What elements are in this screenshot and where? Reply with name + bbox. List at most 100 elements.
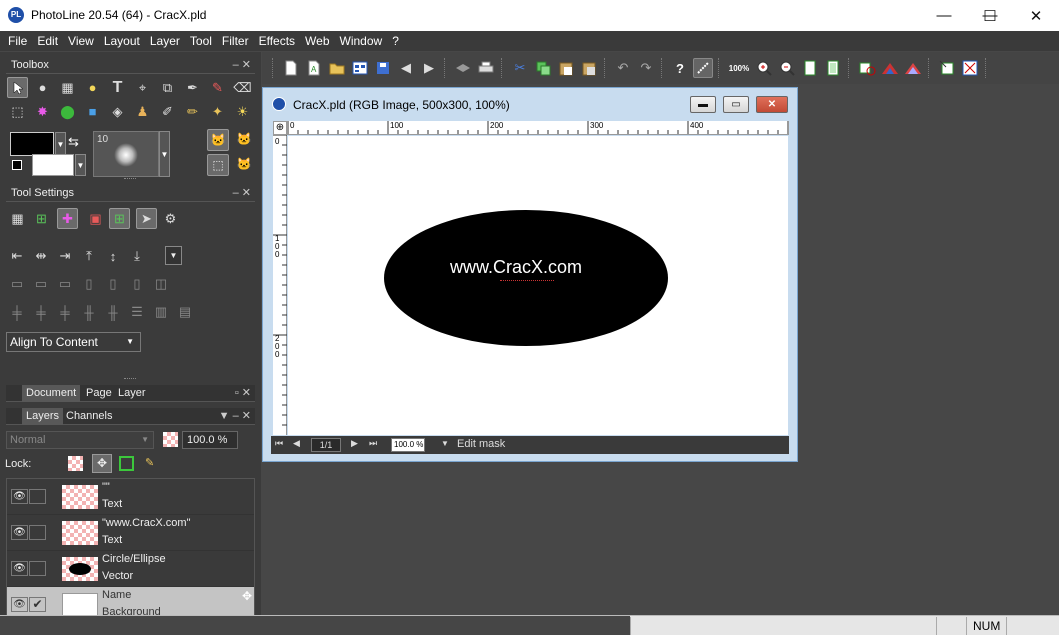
- zoom-out-icon[interactable]: [777, 58, 797, 78]
- eye-icon[interactable]: 👁: [11, 561, 28, 576]
- brush-preview[interactable]: 10: [93, 131, 159, 177]
- distribute-center-icon[interactable]: ▭: [31, 274, 51, 294]
- menu-help[interactable]: ?: [387, 31, 404, 51]
- tool-settings-collapse-button[interactable]: – ✕: [233, 185, 251, 201]
- arrow-select-icon[interactable]: ➤: [136, 208, 157, 229]
- smudge-tool-icon[interactable]: ⬤: [57, 101, 78, 122]
- zoom-input[interactable]: 100.0 %: [391, 438, 425, 452]
- rotate-icon[interactable]: [857, 58, 877, 78]
- mask-select-icon[interactable]: ⬚: [207, 154, 229, 176]
- layer-row[interactable]: 👁 Circle/Ellipse Vector: [7, 551, 254, 587]
- zoom-100-icon[interactable]: 100%: [727, 58, 751, 78]
- selection-tool-icon[interactable]: ⬚: [7, 101, 28, 122]
- help-icon[interactable]: ?: [670, 58, 690, 78]
- space-center-icon[interactable]: ╪: [31, 302, 51, 322]
- foreground-color-dropdown[interactable]: ▼: [55, 132, 66, 156]
- align-options-dropdown[interactable]: ▼: [165, 246, 182, 265]
- scan-icon[interactable]: [453, 58, 473, 78]
- toolbox-resize-grip[interactable]: [124, 178, 136, 180]
- close-button[interactable]: ✕: [1013, 0, 1059, 31]
- prev-page-icon[interactable]: ◀: [293, 438, 300, 449]
- dodge-tool-icon[interactable]: ✐: [157, 101, 178, 122]
- undo-icon[interactable]: ↶: [613, 58, 633, 78]
- space-top-icon[interactable]: ╫: [79, 302, 99, 322]
- eye-icon[interactable]: 👁: [11, 525, 28, 540]
- fit-page-icon[interactable]: [800, 58, 820, 78]
- distribute-left-icon[interactable]: ▭: [7, 274, 27, 294]
- magic-wand-tool-icon[interactable]: ✸: [32, 101, 53, 122]
- layer-row[interactable]: 👁 "" Text: [7, 479, 254, 515]
- path-tool-icon[interactable]: ⌖: [132, 77, 153, 98]
- distribute-middle-icon[interactable]: ▯: [103, 274, 123, 294]
- default-colors-icon[interactable]: [12, 160, 22, 170]
- toolbar-grip[interactable]: [272, 58, 276, 78]
- space-equal-h-icon[interactable]: ▥: [151, 302, 171, 322]
- clone-tool-icon[interactable]: ♟: [132, 101, 153, 122]
- align-right-icon[interactable]: ⇥: [55, 246, 75, 266]
- doc-tabs-controls[interactable]: ▫ ✕: [235, 386, 251, 399]
- maximize-button[interactable]: ☐: [967, 0, 1013, 31]
- layer-checkbox[interactable]: [29, 489, 46, 504]
- paste-icon[interactable]: [556, 58, 576, 78]
- menu-edit[interactable]: Edit: [32, 31, 63, 51]
- previous-icon[interactable]: ◀: [396, 58, 416, 78]
- lock-transparency-icon[interactable]: [68, 456, 83, 471]
- eraser-tool-icon[interactable]: ⌫: [232, 77, 253, 98]
- brush-dropdown[interactable]: ▼: [159, 131, 170, 177]
- stamp-tool-icon[interactable]: ▦: [57, 77, 78, 98]
- foreground-color-swatch[interactable]: [10, 132, 54, 156]
- text-tool-icon[interactable]: T: [107, 77, 128, 98]
- draw-line-icon[interactable]: [693, 58, 713, 78]
- distribute-bottom-icon[interactable]: ▯: [127, 274, 147, 294]
- lock-position-icon[interactable]: ✥: [92, 454, 112, 473]
- layer-checkbox[interactable]: [29, 525, 46, 540]
- film-strip-icon[interactable]: ▣: [85, 208, 106, 229]
- document-title-bar[interactable]: CracX.pld (RGB Image, 500x300, 100%) ▬ ▭…: [263, 88, 797, 118]
- doc-minimize-button[interactable]: ▬: [690, 96, 716, 113]
- paste-into-icon[interactable]: [579, 58, 599, 78]
- copy-icon[interactable]: [533, 58, 553, 78]
- zoom-dropdown-icon[interactable]: ▼: [441, 439, 449, 448]
- space-middle-icon[interactable]: ╫: [103, 302, 123, 322]
- lock-paint-icon[interactable]: ✎: [145, 456, 154, 469]
- eyedropper-tool-icon[interactable]: ✒: [182, 77, 203, 98]
- new-document-icon[interactable]: [281, 58, 301, 78]
- background-color-dropdown[interactable]: ▼: [75, 154, 86, 176]
- open-folder-icon[interactable]: [327, 58, 347, 78]
- align-bottom-icon[interactable]: ⤓: [127, 246, 147, 266]
- menu-view[interactable]: View: [63, 31, 99, 51]
- minimize-button-glyph[interactable]: —: [921, 0, 967, 31]
- brush-tool-icon[interactable]: ✎: [207, 77, 228, 98]
- cut-icon[interactable]: ✂: [510, 58, 530, 78]
- cat-mask-icon[interactable]: 🐱: [207, 129, 229, 151]
- menu-tool[interactable]: Tool: [185, 31, 217, 51]
- fill-tool-icon[interactable]: ◈: [107, 101, 128, 122]
- browser-icon[interactable]: [350, 58, 370, 78]
- ellipse-shape[interactable]: [384, 210, 668, 346]
- last-page-icon[interactable]: ⏭: [369, 438, 377, 449]
- doc-restore-button[interactable]: ▭: [723, 96, 749, 113]
- mask-layer-icon[interactable]: 🐱: [233, 154, 255, 176]
- distribute-top-icon[interactable]: ▯: [79, 274, 99, 294]
- tab-channels[interactable]: Channels: [62, 408, 116, 425]
- crop-icon[interactable]: [937, 58, 957, 78]
- align-left-icon[interactable]: ⇤: [7, 246, 27, 266]
- next-page-icon[interactable]: ▶: [351, 438, 358, 449]
- space-right-icon[interactable]: ╪: [55, 302, 75, 322]
- layer-row-selected[interactable]: 👁 ✔ Name Background ✥: [7, 587, 254, 616]
- tab-document[interactable]: Document: [22, 385, 81, 402]
- ruler-left[interactable]: 0 100 200: [273, 135, 287, 435]
- color-profile-icon[interactable]: [960, 58, 980, 78]
- gradient-tool-icon[interactable]: ■: [82, 101, 103, 122]
- eye-icon[interactable]: 👁: [11, 489, 28, 504]
- shape-tool-icon[interactable]: ●: [82, 77, 103, 98]
- fit-window-icon[interactable]: [823, 58, 843, 78]
- align-center-h-icon[interactable]: ⇹: [31, 246, 51, 266]
- lock-size-icon[interactable]: [119, 456, 134, 471]
- ruler-top[interactable]: 0 100 200 300 400: [273, 121, 789, 135]
- align-to-select[interactable]: Align To Content ▼: [6, 332, 141, 352]
- align-top-icon[interactable]: ⤒: [79, 246, 99, 266]
- print-icon[interactable]: [476, 58, 496, 78]
- menu-file[interactable]: File: [3, 31, 32, 51]
- eye-icon[interactable]: 👁: [11, 597, 28, 612]
